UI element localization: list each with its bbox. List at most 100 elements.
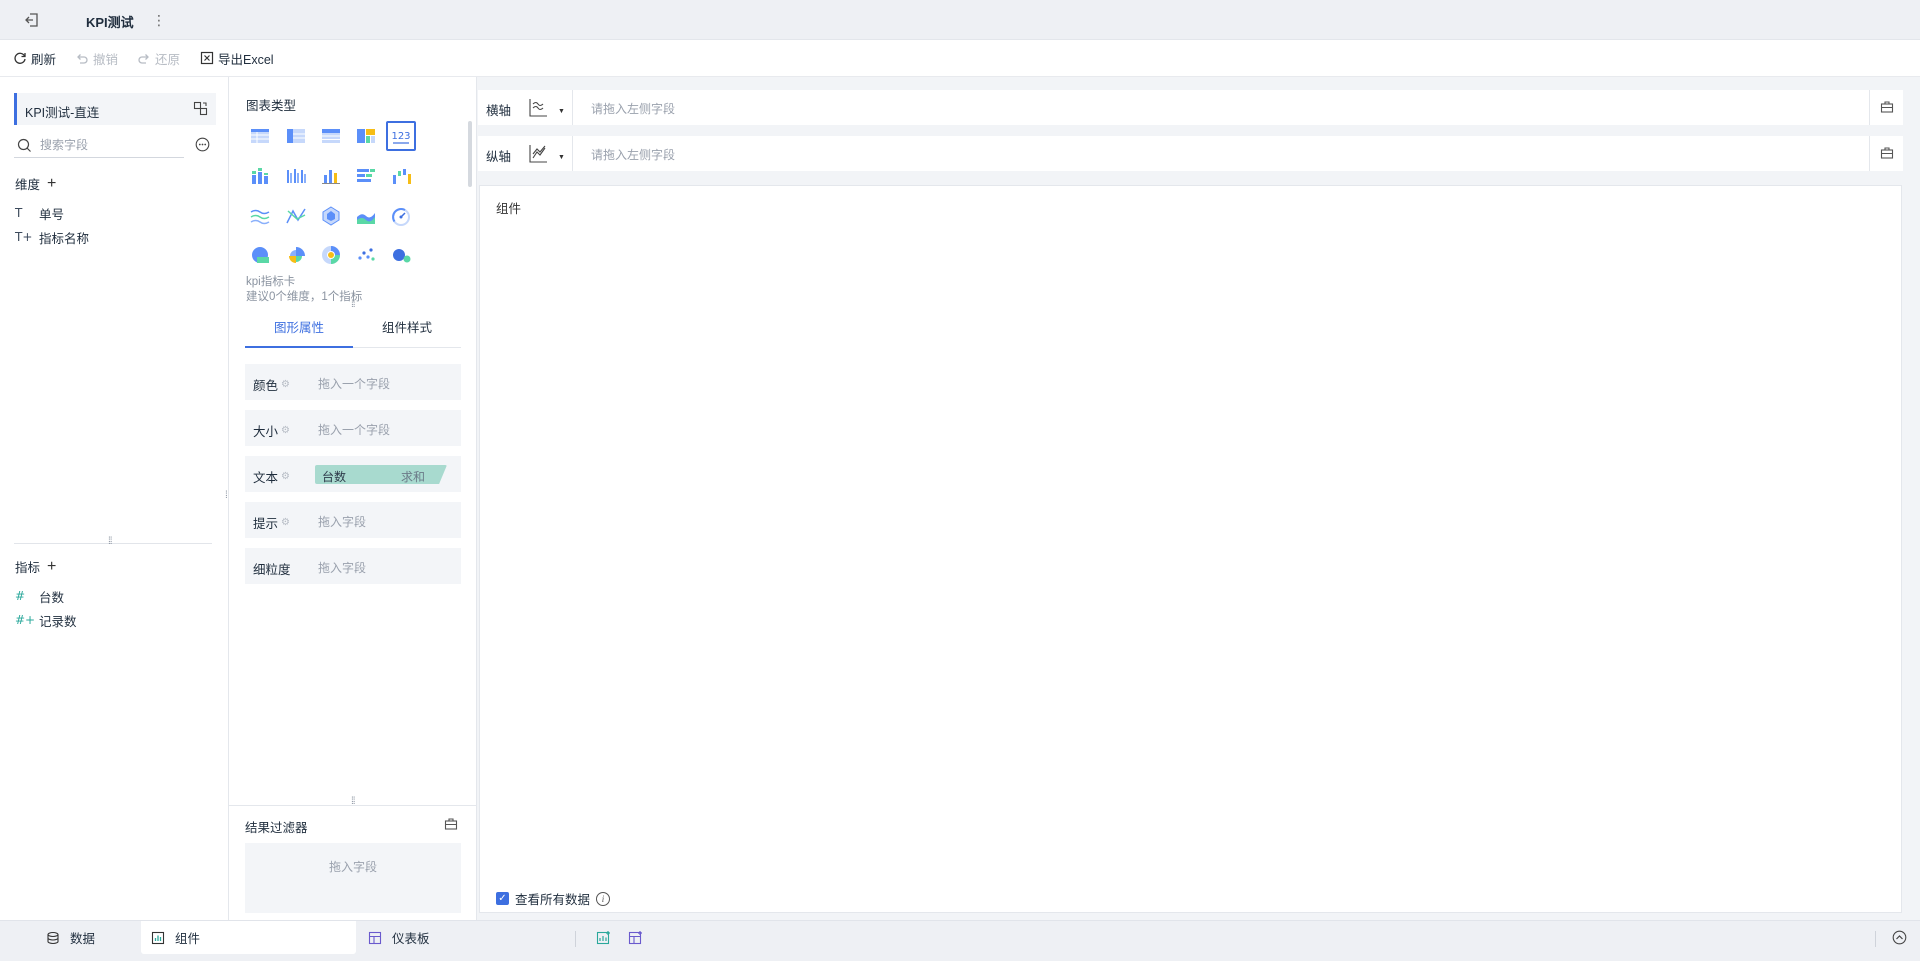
datasource-selector[interactable]: KPI测试-直连 — [14, 93, 216, 125]
measure-field[interactable]: #+ 记录数 — [15, 610, 77, 630]
info-icon[interactable]: i — [596, 891, 611, 906]
granularity-property[interactable]: 细粒度 拖入字段 — [245, 548, 461, 584]
chart-type-name: kpi指标卡 — [246, 276, 296, 288]
gauge-icon[interactable] — [386, 201, 416, 231]
view-all-data-checkbox[interactable]: ✓ 查看所有数据 i — [496, 889, 611, 908]
checkbox-checked-icon[interactable]: ✓ — [496, 892, 509, 905]
bar-chart-icon[interactable] — [351, 161, 381, 191]
title-bar: KPI测试 ⋮ — [0, 0, 1920, 40]
text-property[interactable]: 文本 ⚙ 台数 求和 — [245, 456, 461, 492]
area-chart-icon[interactable] — [351, 201, 381, 231]
tab-component-label: 组件 — [175, 932, 201, 946]
tab-data[interactable]: 数据 — [46, 921, 136, 954]
add-measure-icon[interactable]: + — [47, 558, 56, 574]
pill-field-name: 台数 — [322, 470, 347, 484]
refresh-button[interactable]: 刷新 — [13, 49, 56, 67]
field-panel: KPI测试-直连 维度 + T 单号 T+ 指标名称 ⁞⁞ 指标 + # 台数 … — [0, 77, 229, 920]
gear-icon[interactable]: ⚙ — [281, 425, 290, 436]
waterfall-icon[interactable] — [386, 161, 416, 191]
measures-title: 指标 — [15, 561, 41, 575]
tooltip-property[interactable]: 提示 ⚙ 拖入字段 — [245, 502, 461, 538]
undo-icon — [77, 54, 88, 64]
drag-handle-icon[interactable]: ⁞⁞ — [351, 797, 355, 807]
color-property[interactable]: 颜色 ⚙ 拖入一个字段 — [245, 364, 461, 400]
exit-icon[interactable] — [22, 10, 42, 30]
column-chart-icon[interactable] — [316, 161, 346, 191]
search-input[interactable] — [40, 136, 180, 154]
pie-chart-icon[interactable] — [245, 240, 275, 270]
field-label: 台数 — [39, 590, 65, 605]
x-axis-drop-zone[interactable]: 请拖入左侧字段 — [591, 100, 675, 117]
settings-toolbox-icon[interactable] — [1880, 146, 1894, 160]
redo-icon — [138, 54, 149, 64]
property-drop-zone: 拖入字段 — [318, 515, 367, 529]
add-component-icon[interactable] — [596, 930, 612, 946]
datasource-name: KPI测试-直连 — [25, 106, 100, 120]
tab-dashboard[interactable]: 仪表板 — [368, 921, 458, 954]
field-label: 记录数 — [39, 614, 77, 629]
component-name[interactable]: 组件 — [496, 198, 521, 217]
settings-toolbox-icon[interactable] — [444, 817, 458, 831]
property-drop-zone: 拖入一个字段 — [318, 423, 391, 437]
tab-graphic-properties[interactable]: 图形属性 — [245, 308, 353, 348]
workspace: 横轴 ▼ 请拖入左侧字段 纵轴 ▼ 请拖入左侧字段 组件 ✓ 查看所有数据 i — [477, 77, 1920, 920]
dimension-field[interactable]: T 单号 — [15, 203, 64, 223]
component-canvas[interactable]: 组件 ✓ 查看所有数据 i — [479, 185, 1902, 913]
kpi-card-icon[interactable]: 123 — [386, 121, 416, 151]
redo-label: 还原 — [155, 52, 181, 67]
bubble-icon[interactable] — [386, 240, 416, 270]
panel-splitter[interactable] — [14, 543, 212, 544]
size-property[interactable]: 大小 ⚙ 拖入一个字段 — [245, 410, 461, 446]
vertical-dots-icon[interactable]: ⋮ — [152, 11, 166, 29]
measure-field[interactable]: # 台数 — [15, 586, 64, 606]
text-field-icon: T — [15, 206, 23, 220]
add-dashboard-icon[interactable] — [628, 930, 644, 946]
stacked-column-icon[interactable] — [245, 161, 275, 191]
chart-types-scrollbar[interactable] — [468, 121, 472, 187]
property-label: 提示 — [253, 517, 279, 531]
scatter-icon[interactable] — [351, 240, 381, 270]
panel-resize-handle-icon[interactable]: ⁞ — [225, 491, 228, 501]
line-chart-icon[interactable] — [245, 201, 275, 231]
add-dimension-icon[interactable]: + — [47, 175, 56, 191]
drag-handle-icon[interactable]: ⁞⁞ — [108, 537, 112, 547]
field-pill[interactable]: 台数 求和 — [315, 465, 447, 484]
gear-icon[interactable]: ⚙ — [281, 517, 290, 528]
tab-component[interactable]: 组件 — [141, 921, 356, 954]
radar-icon[interactable] — [316, 201, 346, 231]
y-axis-mode-icon[interactable] — [526, 142, 550, 166]
grouped-column-icon[interactable] — [281, 161, 311, 191]
result-filter-title: 结果过滤器 — [245, 821, 308, 835]
combo-chart-icon[interactable] — [281, 201, 311, 231]
property-drop-zone: 拖入字段 — [318, 561, 367, 575]
undo-label: 撤销 — [93, 52, 119, 67]
gear-icon[interactable]: ⚙ — [281, 379, 290, 390]
more-options-icon[interactable] — [195, 137, 210, 152]
x-axis-mode-icon[interactable] — [526, 96, 550, 120]
detail-table-icon[interactable] — [316, 121, 346, 151]
dimension-field[interactable]: T+ 指标名称 — [15, 227, 89, 247]
search-icon — [17, 138, 31, 152]
pill-aggregation[interactable]: 求和 — [401, 468, 425, 484]
sunburst-icon[interactable] — [316, 240, 346, 270]
table-icon[interactable] — [245, 121, 275, 151]
pivot-table-icon[interactable] — [281, 121, 311, 151]
x-axis-label: 横轴 — [486, 104, 512, 118]
gear-icon[interactable]: ⚙ — [281, 471, 290, 482]
chevron-down-icon[interactable]: ▼ — [558, 154, 565, 161]
collapse-up-icon[interactable] — [1892, 930, 1907, 945]
tab-component-style[interactable]: 组件样式 — [353, 308, 461, 348]
export-excel-button[interactable]: 导出Excel — [200, 49, 274, 67]
chevron-down-icon[interactable]: ▼ — [558, 108, 565, 115]
treemap-icon[interactable] — [351, 121, 381, 151]
toolbar: 刷新 撤销 还原 导出Excel — [0, 40, 1920, 77]
rose-chart-icon[interactable] — [281, 240, 311, 270]
settings-toolbox-icon[interactable] — [1880, 100, 1894, 114]
result-filter-drop-zone[interactable]: 拖入字段 — [245, 843, 461, 913]
switch-datasource-icon[interactable] — [193, 101, 208, 116]
redo-button[interactable]: 还原 — [137, 49, 180, 67]
y-axis-drop-zone[interactable]: 请拖入左侧字段 — [591, 146, 675, 163]
calculated-number-field-icon: #+ — [15, 613, 36, 627]
undo-button[interactable]: 撤销 — [75, 49, 118, 67]
refresh-label: 刷新 — [31, 52, 57, 67]
